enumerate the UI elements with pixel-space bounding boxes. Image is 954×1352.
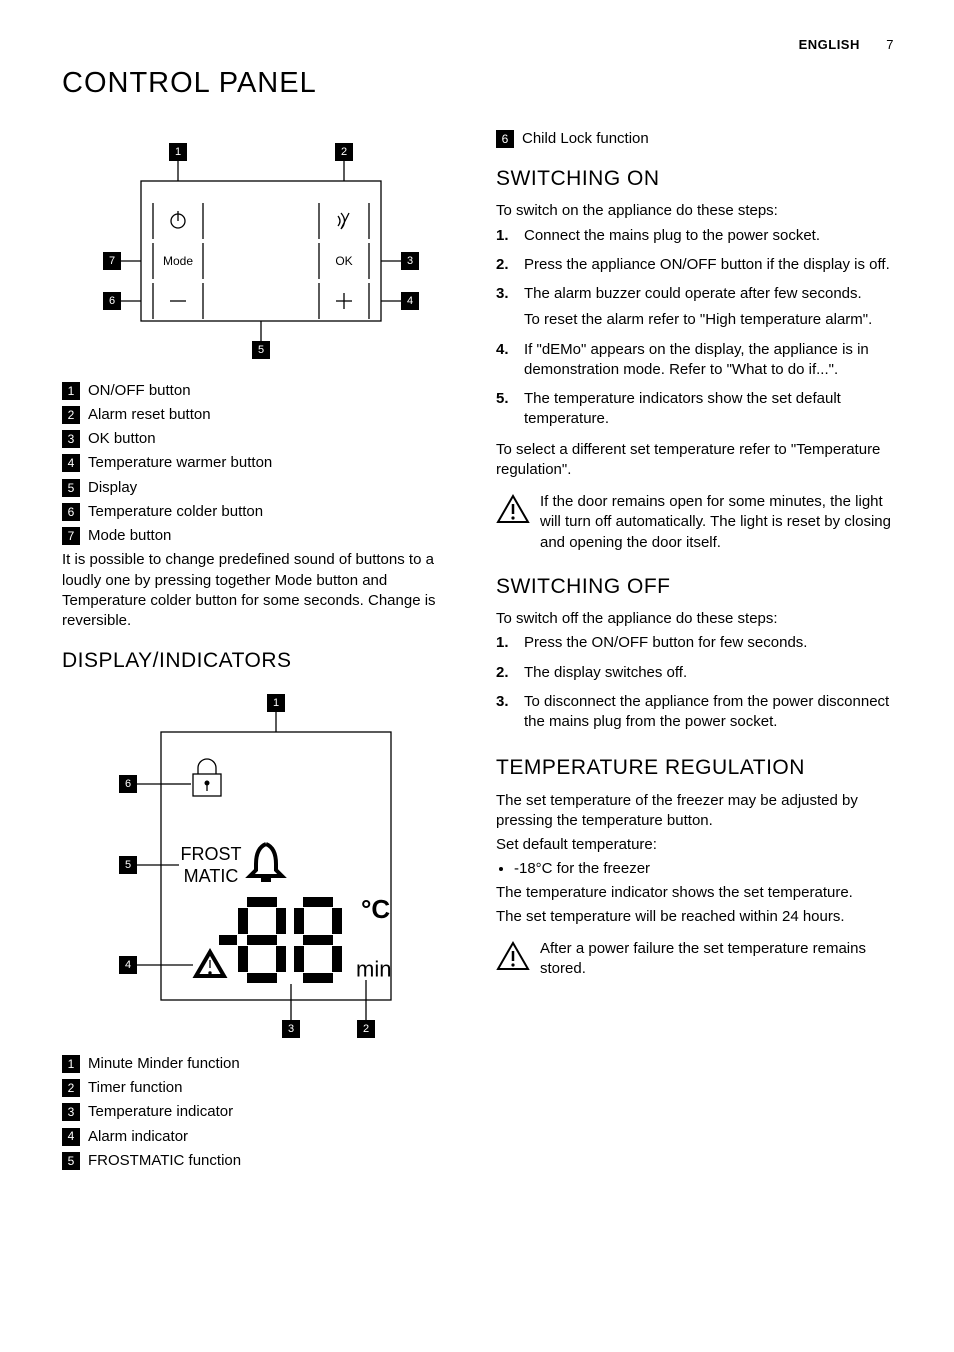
switching-off-intro: To switch off the appliance do these ste…	[496, 609, 894, 629]
svg-text:FROST: FROST	[181, 844, 242, 864]
mode-button-label: Mode	[163, 254, 193, 268]
legend-number: 4	[62, 1128, 80, 1146]
ok-button-label: OK	[335, 254, 352, 268]
step-item: Press the appliance ON/OFF button if the…	[496, 255, 894, 281]
legend-number: 2	[62, 1079, 80, 1097]
svg-text:5: 5	[125, 859, 131, 871]
control-panel-diagram: Mode OK 1 2 3	[62, 131, 460, 371]
legend-item: 5 FROSTMATIC function	[62, 1151, 460, 1171]
warning-text: If the door remains open for some minute…	[540, 492, 894, 553]
legend-item: 6 Child Lock function	[496, 129, 894, 149]
svg-text:°C: °C	[361, 894, 390, 924]
legend-number: 3	[62, 430, 80, 448]
svg-text:4: 4	[125, 959, 131, 971]
header-language: ENGLISH	[799, 37, 860, 52]
temp-reg-bullets: -18°C for the freezer	[514, 859, 894, 879]
warning-icon	[496, 494, 530, 524]
svg-text:4: 4	[407, 295, 413, 307]
right-column: 6 Child Lock function SWITCHING ON To sw…	[496, 125, 894, 1175]
legend-label: OK button	[88, 429, 156, 449]
svg-text:min: min	[356, 956, 391, 981]
temp-reg-p2: Set default temperature:	[496, 835, 894, 855]
header-page-number: 7	[864, 36, 894, 54]
svg-text:6: 6	[125, 778, 131, 790]
legend-item: 1 Minute Minder function	[62, 1054, 460, 1074]
legend-label: Timer function	[88, 1078, 182, 1098]
svg-text:7: 7	[109, 255, 115, 267]
legend-label: Temperature warmer button	[88, 453, 272, 473]
legend-item: 6 Temperature colder button	[62, 502, 460, 522]
legend-number: 4	[62, 454, 80, 472]
legend-label: Temperature indicator	[88, 1102, 233, 1122]
switching-off-steps: Press the ON/OFF button for few seconds.…	[496, 633, 894, 738]
bullet-item: -18°C for the freezer	[514, 859, 894, 879]
svg-text:2: 2	[363, 1023, 369, 1035]
step-item: If "dEMo" appears on the display, the ap…	[496, 340, 894, 387]
legend-number: 6	[62, 503, 80, 521]
legend-item: 7 Mode button	[62, 526, 460, 546]
temp-reg-p4: The set temperature will be reached with…	[496, 907, 894, 927]
legend-number: 2	[62, 406, 80, 424]
legend-item: 4 Alarm indicator	[62, 1127, 460, 1147]
warning-icon	[496, 941, 530, 971]
temp-reg-p1: The set temperature of the freezer may b…	[496, 791, 894, 832]
temp-reg-p3: The temperature indicator shows the set …	[496, 883, 894, 903]
legend-label: FROSTMATIC function	[88, 1151, 241, 1171]
panel-legend: 1 ON/OFF button 2 Alarm reset button 3 OK b…	[62, 381, 460, 547]
legend-number: 6	[496, 130, 514, 148]
legend-number: 5	[62, 1152, 80, 1170]
svg-text:6: 6	[109, 295, 115, 307]
legend-label: Mode button	[88, 526, 171, 546]
legend-label: Minute Minder function	[88, 1054, 240, 1074]
svg-text:1: 1	[175, 146, 181, 158]
svg-text:3: 3	[407, 255, 413, 267]
display-diagram: FROST MATIC °C min	[62, 684, 460, 1044]
svg-text:2: 2	[341, 146, 347, 158]
page-title: CONTROL PANEL	[62, 64, 894, 103]
legend-label: Temperature colder button	[88, 502, 263, 522]
display-heading: DISPLAY/INDICATORS	[62, 647, 460, 675]
legend-number: 7	[62, 527, 80, 545]
legend-item: 4 Temperature warmer button	[62, 453, 460, 473]
step-item: The alarm buzzer could operate after few…	[496, 284, 894, 337]
legend-label: Alarm reset button	[88, 405, 211, 425]
legend-item: 2 Alarm reset button	[62, 405, 460, 425]
page-header: ENGLISH 7	[62, 36, 894, 54]
warning-text: After a power failure the set temperatur…	[540, 939, 894, 980]
step-item: Connect the mains plug to the power sock…	[496, 226, 894, 252]
legend-label: ON/OFF button	[88, 381, 191, 401]
temp-regulation-heading: TEMPERATURE REGULATION	[496, 754, 894, 782]
svg-text:1: 1	[273, 697, 279, 709]
svg-text:5: 5	[258, 344, 264, 356]
left-column: Mode OK 1 2 3	[62, 125, 460, 1175]
legend-item: 3 OK button	[62, 429, 460, 449]
switching-on-outro: To select a different set temperature re…	[496, 440, 894, 481]
step-item: Press the ON/OFF button for few seconds.	[496, 633, 894, 659]
legend-number: 5	[62, 479, 80, 497]
display-legend: 1Minute Minder function 2Timer function …	[62, 1054, 460, 1171]
legend-label: Alarm indicator	[88, 1127, 188, 1147]
legend-label: Child Lock function	[522, 129, 649, 149]
switching-on-warning: If the door remains open for some minute…	[496, 492, 894, 557]
step-item: The temperature indicators show the set …	[496, 389, 894, 436]
temp-reg-warning: After a power failure the set temperatur…	[496, 939, 894, 984]
switching-on-steps: Connect the mains plug to the power sock…	[496, 226, 894, 436]
legend-number: 1	[62, 382, 80, 400]
legend-item: 1 ON/OFF button	[62, 381, 460, 401]
legend-item: 5 Display	[62, 478, 460, 498]
legend-item: 3 Temperature indicator	[62, 1102, 460, 1122]
panel-note: It is possible to change predefined soun…	[62, 550, 460, 631]
legend-label: Display	[88, 478, 137, 498]
legend-item: 2 Timer function	[62, 1078, 460, 1098]
svg-text:MATIC: MATIC	[184, 866, 239, 886]
step-item: To disconnect the appliance from the pow…	[496, 692, 894, 739]
legend-number: 3	[62, 1103, 80, 1121]
switching-off-heading: SWITCHING OFF	[496, 573, 894, 601]
switching-on-intro: To switch on the appliance do these step…	[496, 201, 894, 221]
legend-number: 1	[62, 1055, 80, 1073]
svg-text:3: 3	[288, 1023, 294, 1035]
switching-on-heading: SWITCHING ON	[496, 165, 894, 193]
step-item: The display switches off.	[496, 663, 894, 689]
